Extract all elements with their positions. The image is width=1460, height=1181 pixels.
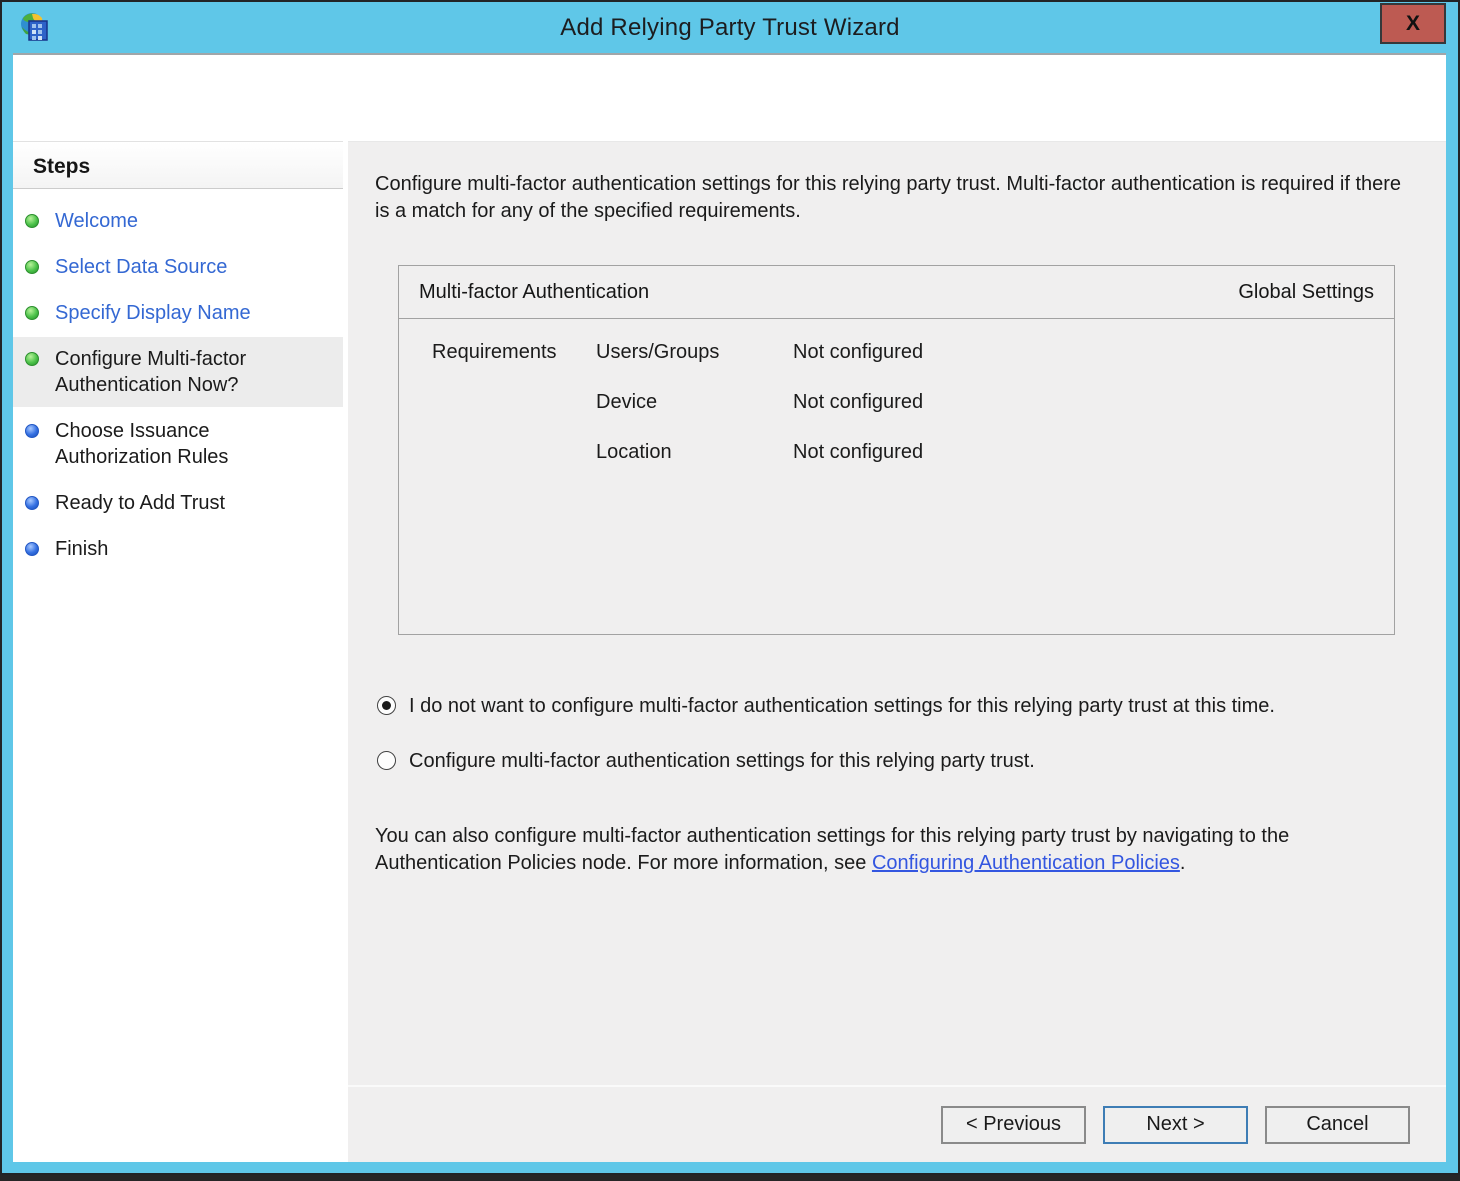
steps-list: Welcome Select Data Source Specify Display… — [13, 189, 343, 571]
radio-label: Configure multi-factor authentication se… — [409, 749, 1035, 774]
mfa-rows: Users/GroupsNot configuredDeviceNot conf… — [596, 341, 1394, 491]
wizard-page-content: Configure multi-factor authentication se… — [348, 141, 1446, 1162]
requirement-name: Device — [596, 391, 793, 441]
step-label: Choose Issuance Authorization Rules — [55, 418, 300, 470]
step-label: Ready to Add Trust — [55, 490, 225, 516]
sidebar-step-3: Configure Multi-factor Authentication No… — [13, 337, 343, 407]
requirement-name: Users/Groups — [596, 341, 793, 391]
radio-unselected-icon[interactable] — [377, 751, 396, 770]
wizard-header-band — [13, 55, 1446, 139]
sidebar-step-6: Finish — [13, 527, 343, 571]
radio-selected-icon[interactable] — [377, 696, 396, 715]
requirement-value: Not configured — [793, 391, 1394, 441]
global-settings-label: Global Settings — [1238, 281, 1374, 304]
mfa-requirement-row: Users/GroupsNot configured — [596, 341, 1394, 391]
step-label: Welcome — [55, 208, 138, 234]
sidebar-step-0[interactable]: Welcome — [13, 199, 343, 243]
radio-option-0[interactable]: I do not want to configure multi-factor … — [377, 694, 1446, 719]
sidebar-step-2[interactable]: Specify Display Name — [13, 291, 343, 335]
mfa-panel-title: Multi-factor Authentication — [419, 281, 649, 304]
close-button[interactable]: X — [1380, 3, 1446, 44]
green-dot-icon — [25, 260, 39, 274]
wizard-window: Add Relying Party Trust Wizard X Steps W… — [0, 0, 1460, 1175]
page-description: Configure multi-factor authentication se… — [375, 171, 1415, 225]
footer-note: You can also configure multi-factor auth… — [375, 823, 1415, 877]
footer-note-period: . — [1180, 852, 1186, 874]
titlebar: Add Relying Party Trust Wizard X — [2, 2, 1458, 53]
cancel-button[interactable]: Cancel — [1265, 1106, 1410, 1144]
green-dot-icon — [25, 306, 39, 320]
mfa-requirement-row: LocationNot configured — [596, 441, 1394, 491]
mfa-settings-panel: Multi-factor Authentication Global Setti… — [398, 265, 1395, 635]
step-label: Configure Multi-factor Authentication No… — [55, 346, 300, 398]
button-bar: < Previous Next > Cancel — [348, 1085, 1446, 1162]
radio-label: I do not want to configure multi-factor … — [409, 694, 1275, 719]
steps-sidebar: Steps Welcome Select Data Source Specify D… — [13, 141, 343, 1162]
step-label: Select Data Source — [55, 254, 227, 280]
close-icon: X — [1406, 12, 1420, 36]
next-button[interactable]: Next > — [1103, 1106, 1248, 1144]
mfa-requirement-row: DeviceNot configured — [596, 391, 1394, 441]
requirements-label: Requirements — [399, 341, 596, 491]
sidebar-step-4: Choose Issuance Authorization Rules — [13, 409, 343, 479]
step-label: Finish — [55, 536, 108, 562]
client-area: Steps Welcome Select Data Source Specify D… — [13, 53, 1446, 1162]
mfa-choice-radio-group: I do not want to configure multi-factor … — [377, 694, 1446, 774]
configuring-auth-policies-link[interactable]: Configuring Authentication Policies — [872, 852, 1180, 874]
blue-dot-icon — [25, 542, 39, 556]
green-dot-icon — [25, 352, 39, 366]
green-dot-icon — [25, 214, 39, 228]
radio-option-1[interactable]: Configure multi-factor authentication se… — [377, 749, 1446, 774]
blue-dot-icon — [25, 424, 39, 438]
requirement-value: Not configured — [793, 441, 1394, 491]
sidebar-step-1[interactable]: Select Data Source — [13, 245, 343, 289]
previous-button[interactable]: < Previous — [941, 1106, 1086, 1144]
requirement-name: Location — [596, 441, 793, 491]
requirement-value: Not configured — [793, 341, 1394, 391]
steps-heading: Steps — [13, 142, 343, 189]
step-label: Specify Display Name — [55, 300, 251, 326]
window-title: Add Relying Party Trust Wizard — [2, 2, 1458, 53]
sidebar-step-5: Ready to Add Trust — [13, 481, 343, 525]
blue-dot-icon — [25, 496, 39, 510]
